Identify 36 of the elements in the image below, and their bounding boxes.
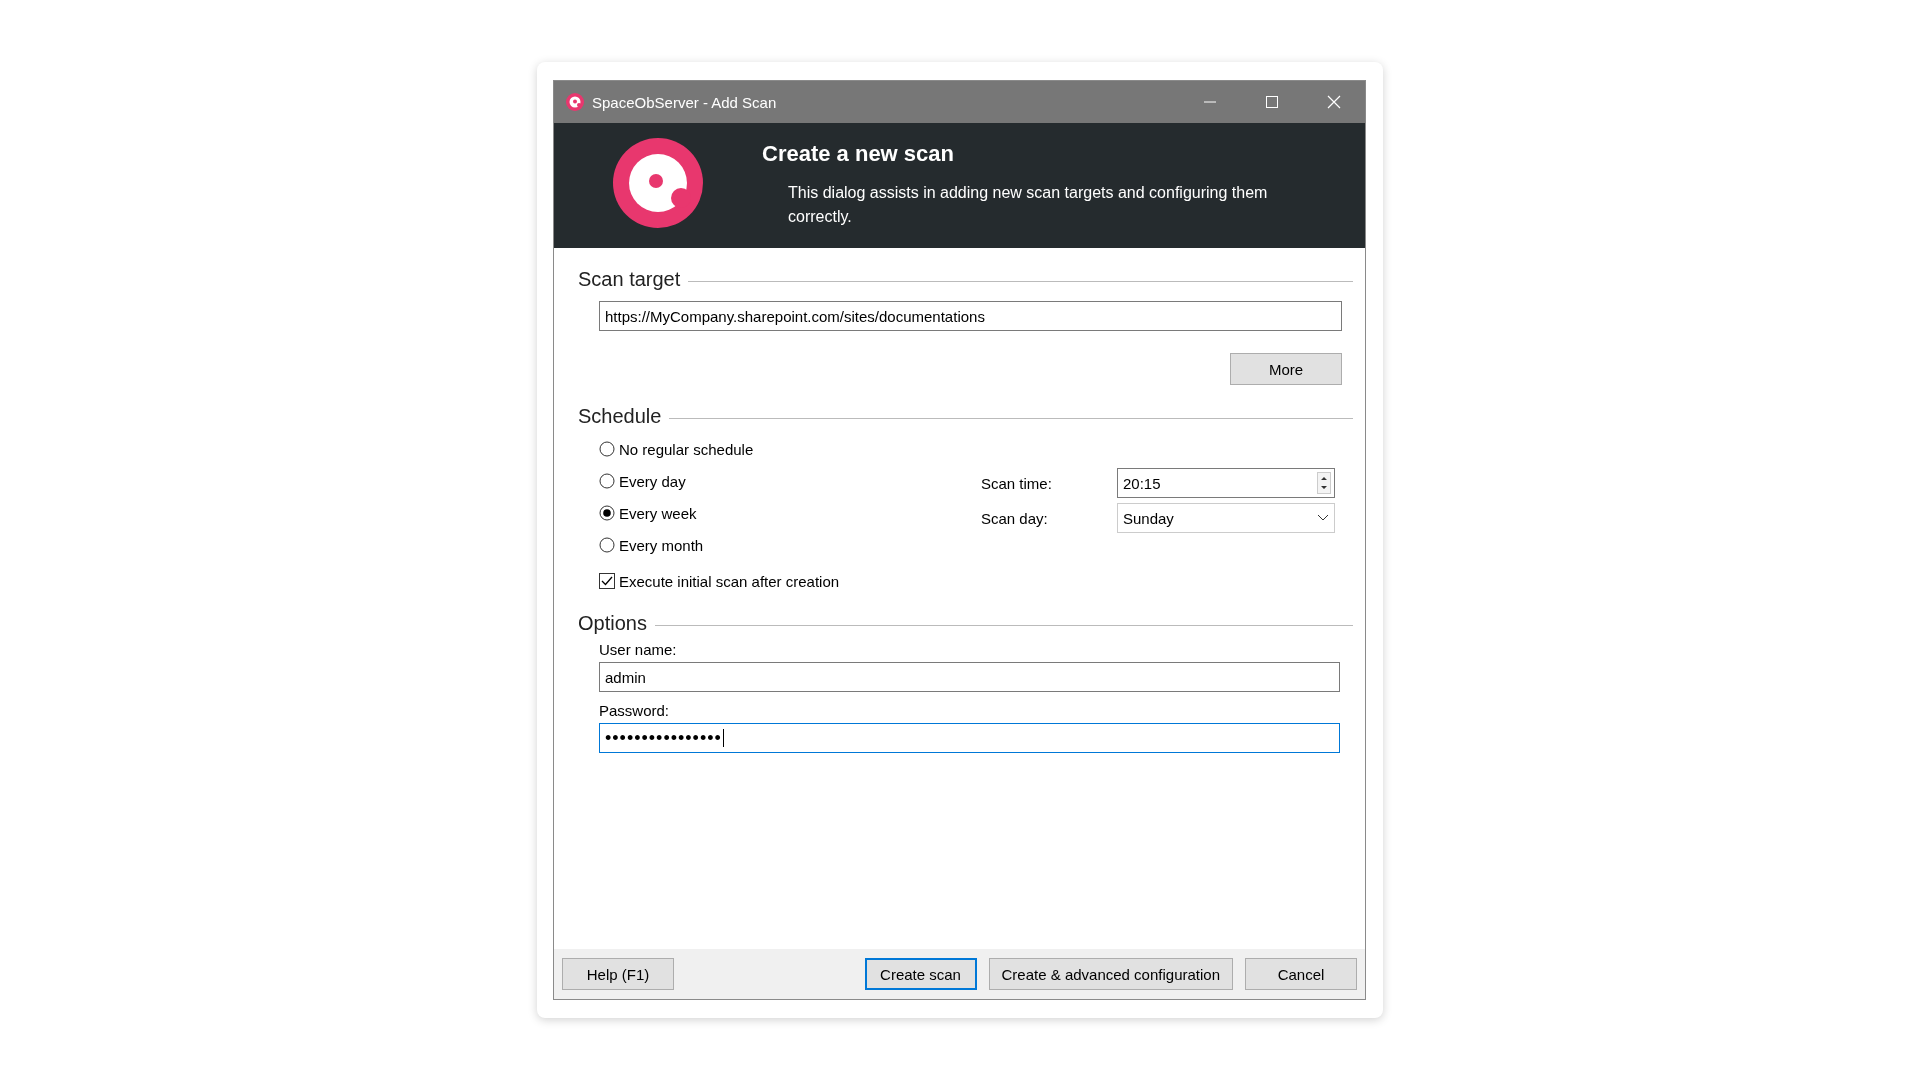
section-heading: Options	[578, 612, 647, 635]
section-heading: Scan target	[578, 268, 681, 291]
scan-time-label: Scan time:	[981, 473, 1053, 494]
dialog-button[interactable]: Create & advanced configuration	[988, 958, 1233, 990]
scan-target-field[interactable]: https://MyCompany.sharepoint.com/sites/documentations	[599, 301, 1342, 331]
dialog-button[interactable]: Create scan	[864, 958, 977, 990]
field-label: Password:	[599, 702, 671, 719]
user-name-field[interactable]: admin	[599, 662, 1340, 692]
radio-label[interactable]: No regular schedule	[619, 440, 754, 458]
password-field[interactable]: ••••••••••••••••	[599, 723, 1340, 753]
radio-button[interactable]	[599, 441, 615, 457]
app-logo-icon	[613, 137, 703, 228]
header-description: This dialog assists in adding new scan targets and configuring them correctly.	[787, 183, 1269, 227]
scan-time-field[interactable]: 20:15	[1117, 468, 1335, 498]
radio-button[interactable]	[599, 505, 615, 521]
field-label: User name:	[599, 641, 678, 658]
header-title: Create a new scan	[762, 141, 955, 167]
more-button[interactable]: More	[1230, 353, 1342, 385]
scan-day-dropdown[interactable]: Sunday	[1117, 503, 1335, 533]
close-icon	[1327, 95, 1341, 109]
radio-label[interactable]: Every week	[619, 504, 697, 522]
dialog-button[interactable]: Cancel	[1245, 958, 1357, 990]
maximize-icon	[1265, 95, 1279, 109]
scan-day-label: Scan day:	[981, 508, 1049, 529]
spinner-arrows-icon[interactable]	[1317, 472, 1331, 494]
checkbox-label[interactable]: Execute initial scan after creation	[619, 572, 840, 590]
radio-label[interactable]: Every month	[619, 536, 704, 554]
radio-label[interactable]: Every day	[619, 472, 686, 490]
section-heading: Schedule	[578, 405, 662, 428]
window-title: SpaceObServer - Add Scan	[592, 93, 778, 111]
radio-button[interactable]	[599, 473, 615, 489]
app-logo-icon	[566, 93, 584, 111]
dialog-button[interactable]: Help (F1)	[562, 958, 674, 990]
radio-button[interactable]	[599, 537, 615, 553]
checkbox[interactable]	[599, 573, 615, 589]
chevron-down-icon	[1317, 514, 1329, 522]
